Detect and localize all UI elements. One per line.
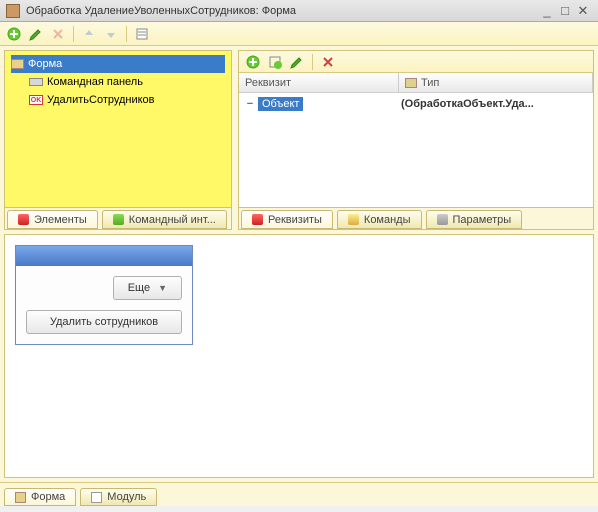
type-icon [405,78,417,88]
move-down-button[interactable] [101,24,121,44]
form-tree[interactable]: Форма Командная панель OK УдалитьСотрудн… [5,51,231,207]
tab-label: Команды [364,214,411,226]
preview-titlebar [16,246,192,266]
delete-employees-button[interactable]: Удалить сотрудников [26,310,182,334]
tree-root-form[interactable]: Форма [11,55,225,73]
type-value: (ОбработкаОбъект.Уда... [399,98,591,110]
tab-label: Модуль [107,491,146,503]
delete-button[interactable] [48,24,68,44]
button-label: Еще [128,282,150,294]
attr-add-col-button[interactable] [265,52,285,72]
module-tab-icon [91,492,102,503]
attr-delete-button[interactable] [318,52,338,72]
object-label: Объект [258,97,303,111]
tab-parameters[interactable]: Параметры [426,210,523,229]
column-label: Тип [421,77,439,89]
tab-commands[interactable]: Команды [337,210,422,229]
commands-icon [348,214,359,225]
tab-label: Параметры [453,214,512,226]
preview-form-window: Еще ▼ Удалить сотрудников [15,245,193,345]
command-panel-icon [29,78,43,86]
form-tab-icon [15,492,26,503]
attributes-icon [252,214,263,225]
attributes-panel: Реквизит Тип − Объект (ОбработкаОбъект.У… [238,50,594,230]
column-type[interactable]: Тип [399,73,593,92]
elements-icon [18,214,29,225]
more-button[interactable]: Еще ▼ [113,276,182,300]
dropdown-icon: ▼ [158,283,167,293]
elements-panel: Форма Командная панель OK УдалитьСотрудн… [4,50,232,230]
tab-attributes[interactable]: Реквизиты [241,210,333,229]
maximize-button[interactable]: □ [556,3,574,18]
tree-item-command-panel[interactable]: Командная панель [11,73,225,91]
attr-add-button[interactable] [243,52,263,72]
tab-label: Элементы [34,214,87,226]
tree-label: Командная панель [47,76,143,88]
button-label: Удалить сотрудников [50,316,158,328]
close-button[interactable]: ✕ [574,3,592,19]
tab-label: Командный инт... [129,214,216,226]
tab-form[interactable]: Форма [4,488,76,506]
tree-item-delete-employees[interactable]: OK УдалитьСотрудников [11,91,225,109]
edit-button[interactable] [26,24,46,44]
tab-command-interface[interactable]: Командный инт... [102,210,227,229]
collapse-icon[interactable]: − [245,98,255,110]
attributes-grid[interactable]: − Объект (ОбработкаОбъект.Уда... [239,93,593,207]
tab-module[interactable]: Модуль [80,488,157,506]
parameters-icon [437,214,448,225]
window-icon [6,4,20,18]
tree-label: Форма [28,58,62,70]
column-label: Реквизит [245,77,291,89]
ok-icon: OK [29,95,43,105]
command-interface-icon [113,214,124,225]
tree-label: УдалитьСотрудников [47,94,155,106]
grid-row-object[interactable]: − Объект (ОбработкаОбъект.Уда... [241,95,591,113]
column-attribute[interactable]: Реквизит [239,73,399,92]
tab-label: Форма [31,491,65,503]
tab-elements[interactable]: Элементы [7,210,98,229]
properties-button[interactable] [132,24,152,44]
move-up-button[interactable] [79,24,99,44]
add-button[interactable] [4,24,24,44]
minimize-button[interactable]: _ [538,3,556,18]
form-preview: Еще ▼ Удалить сотрудников [4,234,594,478]
main-toolbar [0,22,598,46]
form-icon [11,59,24,69]
window-title: Обработка УдалениеУволенныхСотрудников: … [26,5,538,17]
tab-label: Реквизиты [268,214,322,226]
attr-edit-button[interactable] [287,52,307,72]
